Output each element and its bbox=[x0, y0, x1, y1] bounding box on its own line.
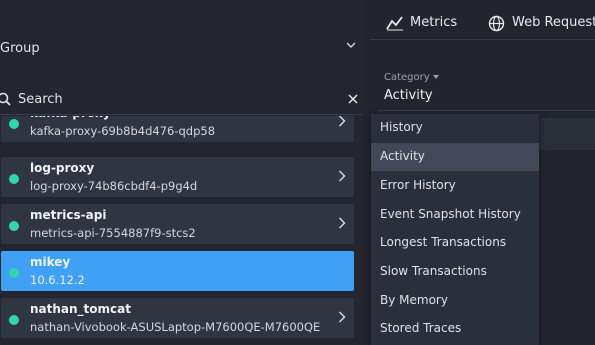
search-underline bbox=[0, 114, 362, 115]
category-label-text: Category bbox=[384, 72, 430, 83]
menu-item-label: History bbox=[380, 120, 423, 134]
item-name: metrics-api bbox=[30, 208, 107, 222]
tab-bar: Metrics Web Requests bbox=[370, 0, 595, 40]
list-item[interactable]: log-proxy log-proxy-74b86cbdf4-p9g4d bbox=[1, 157, 354, 197]
caret-down-icon bbox=[432, 75, 439, 79]
menu-item-stored-traces[interactable]: Stored Traces bbox=[371, 315, 539, 343]
chevron-right-icon bbox=[338, 170, 346, 182]
menu-item-label: Stored Traces bbox=[380, 321, 462, 335]
content-strip bbox=[538, 118, 595, 150]
instance-list: kafka-proxy kafka-proxy-69b8b4d476-qdp58… bbox=[0, 116, 362, 345]
list-item-selected[interactable]: mikey 10.6.12.2 bbox=[1, 251, 354, 291]
item-subtitle: log-proxy-74b86cbdf4-p9g4d bbox=[30, 179, 198, 193]
tab-web-requests[interactable]: Web Requests bbox=[488, 14, 595, 34]
search-icon bbox=[0, 92, 11, 106]
search-bar bbox=[0, 86, 362, 112]
group-select[interactable]: Group bbox=[0, 38, 362, 62]
item-subtitle: metrics-api-7554887f9-stcs2 bbox=[30, 226, 196, 240]
chevron-right-icon bbox=[338, 116, 346, 127]
menu-item-label: Activity bbox=[380, 149, 425, 163]
category-label: Category bbox=[384, 72, 439, 83]
status-dot bbox=[9, 268, 19, 278]
menu-item-label: Event Snapshot History bbox=[380, 207, 521, 221]
status-dot bbox=[9, 315, 19, 325]
status-dot bbox=[9, 119, 19, 129]
group-label: Group bbox=[0, 41, 40, 56]
tab-metrics[interactable]: Metrics bbox=[386, 14, 476, 34]
item-subtitle: 10.6.12.2 bbox=[30, 273, 85, 287]
menu-item-history[interactable]: History bbox=[371, 114, 539, 142]
list-item[interactable]: nathan_tomcat nathan-Vivobook-ASUSLaptop… bbox=[1, 298, 354, 338]
item-name: nathan_tomcat bbox=[30, 302, 131, 316]
item-name: mikey bbox=[30, 255, 71, 269]
chevron-right-icon bbox=[338, 217, 346, 229]
menu-item-label: Slow Transactions bbox=[380, 264, 487, 278]
menu-item-error-history[interactable]: Error History bbox=[371, 172, 539, 200]
menu-item-by-memory[interactable]: By Memory bbox=[371, 287, 539, 315]
chart-line-icon bbox=[386, 16, 403, 31]
item-name: log-proxy bbox=[30, 161, 95, 175]
menu-item-longest-transactions[interactable]: Longest Transactions bbox=[371, 229, 539, 257]
search-input[interactable] bbox=[18, 88, 318, 110]
chevron-down-icon bbox=[346, 42, 356, 48]
item-subtitle: nathan-Vivobook-ASUSLaptop-M7600QE-M7600… bbox=[30, 320, 321, 334]
menu-item-slow-transactions[interactable]: Slow Transactions bbox=[371, 258, 539, 286]
tab-label: Metrics bbox=[410, 15, 458, 30]
item-name: kafka-proxy bbox=[30, 116, 111, 120]
chevron-right-icon bbox=[338, 311, 346, 323]
status-dot bbox=[9, 174, 19, 184]
menu-item-label: Longest Transactions bbox=[380, 235, 507, 249]
status-dot bbox=[9, 221, 19, 231]
tab-label: Web Requests bbox=[512, 15, 595, 30]
list-item[interactable]: kafka-proxy kafka-proxy-69b8b4d476-qdp58 bbox=[1, 116, 354, 142]
menu-item-activity[interactable]: Activity bbox=[371, 143, 539, 171]
menu-item-label: By Memory bbox=[380, 293, 448, 307]
left-panel: Group kafka-proxy kafka-proxy-69b8b4d476… bbox=[0, 0, 362, 345]
list-item[interactable]: metrics-api metrics-api-7554887f9-stcs2 bbox=[1, 204, 354, 244]
globe-icon bbox=[488, 15, 505, 32]
close-icon[interactable] bbox=[348, 94, 358, 104]
item-subtitle: kafka-proxy-69b8b4d476-qdp58 bbox=[30, 124, 216, 138]
menu-item-label: Error History bbox=[380, 178, 456, 192]
category-select[interactable]: Activity bbox=[384, 88, 433, 103]
menu-item-event-snapshot-history[interactable]: Event Snapshot History bbox=[371, 201, 539, 229]
category-dropdown-menu: History Activity Error History Event Sna… bbox=[371, 114, 539, 345]
category-underline bbox=[378, 110, 595, 111]
